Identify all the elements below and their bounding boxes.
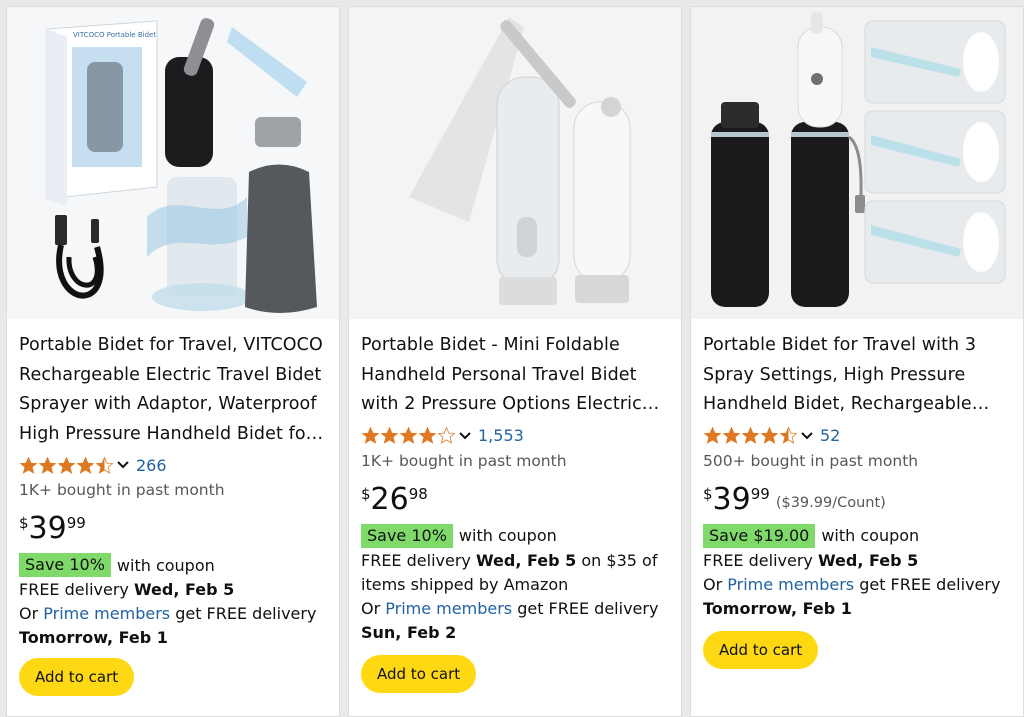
chevron-down-icon[interactable]	[116, 460, 130, 470]
price-whole: 26	[370, 481, 409, 517]
delivery-info: FREE delivery Wed, Feb 5 on $35 of items…	[361, 549, 671, 597]
add-to-cart-button[interactable]: Add to cart	[703, 630, 819, 669]
save-badge: Save $19.00	[703, 523, 816, 548]
prime-members-link[interactable]: Prime members	[43, 604, 170, 623]
delivery-info: FREE delivery Wed, Feb 5	[19, 578, 329, 602]
delivery-prefix: FREE delivery	[361, 550, 476, 570]
rating-row[interactable]: 52	[703, 423, 1013, 449]
rating-count-link[interactable]: 52	[820, 426, 840, 445]
product-card-2[interactable]: Portable Bidet - Mini Foldable Handheld …	[348, 6, 682, 717]
delivery-prefix: FREE delivery	[703, 550, 818, 570]
delivery-date: Wed, Feb 5	[817, 550, 919, 570]
bought-count: 1K+ bought in past month	[361, 451, 567, 470]
product-title[interactable]: Portable Bidet - Mini Foldable Handheld …	[361, 331, 671, 420]
price-symbol: $	[703, 484, 713, 503]
save-badge: Save 10%	[19, 553, 111, 577]
rating-row[interactable]: 266	[19, 452, 329, 478]
prime-prefix: Or	[19, 604, 44, 623]
product-title[interactable]: Portable Bidet for Travel with 3 Spray S…	[703, 331, 1013, 420]
product-image-1[interactable]: VITCOCO Portable Bidet	[7, 7, 339, 319]
star-icon	[418, 426, 437, 444]
bought-count: 500+ bought in past month	[703, 451, 919, 470]
save-badge: Save 10%	[361, 523, 453, 548]
add-to-cart-button[interactable]: Add to cart	[19, 658, 135, 696]
fast-delivery: Tomorrow, Feb 1	[19, 626, 329, 650]
star-icon	[760, 426, 779, 444]
star-icon	[38, 456, 57, 474]
prime-suffix: get FREE delivery	[170, 604, 317, 623]
fast-delivery: Tomorrow, Feb 1	[703, 597, 1013, 621]
star-icon	[76, 456, 95, 474]
price-fraction: 99	[66, 514, 86, 532]
price[interactable]: $ 39 99	[19, 512, 329, 548]
delivery-info: FREE delivery Wed, Feb 5	[703, 549, 1013, 573]
prime-prefix: Or	[703, 574, 728, 594]
fast-delivery-date: Tomorrow, Feb 1	[703, 598, 852, 618]
price-fraction: 98	[408, 484, 428, 503]
prime-prefix: Or	[361, 598, 386, 618]
rating-row[interactable]: 1,553	[361, 423, 671, 449]
product-card-1[interactable]: VITCOCO Portable Bidet Portable Bidet fo…	[6, 6, 340, 717]
star-rating	[361, 426, 456, 445]
coupon-row: Save 10% with coupon	[361, 523, 671, 549]
fast-delivery-date: Sun, Feb 2	[361, 622, 457, 642]
star-empty-icon	[437, 426, 456, 444]
prime-suffix: get FREE delivery	[854, 574, 1001, 594]
chevron-down-icon[interactable]	[458, 431, 472, 441]
prime-info: Or Prime members get FREE delivery	[361, 597, 671, 621]
fast-delivery-date: Tomorrow, Feb 1	[19, 628, 168, 647]
price-symbol: $	[19, 514, 29, 532]
delivery-date: Wed, Feb 5	[133, 580, 235, 599]
price-whole: 39	[28, 511, 67, 546]
bought-count: 1K+ bought in past month	[19, 481, 225, 499]
star-rating	[703, 426, 798, 445]
price-whole: 39	[712, 481, 751, 517]
star-icon	[722, 426, 741, 444]
product-title[interactable]: Portable Bidet for Travel, VITCOCO Recha…	[19, 331, 329, 449]
delivery-prefix: FREE delivery	[19, 580, 134, 599]
coupon-text: with coupon	[116, 555, 215, 575]
fast-delivery: Sun, Feb 2	[361, 621, 671, 645]
rating-count-link[interactable]: 1,553	[478, 426, 524, 445]
product-card-3[interactable]: Portable Bidet for Travel with 3 Spray S…	[690, 6, 1024, 717]
box-label: VITCOCO Portable Bidet	[73, 31, 156, 39]
price[interactable]: $ 39 99 ($39.99/Count)	[703, 481, 1013, 519]
star-icon	[703, 426, 722, 444]
star-half-icon	[779, 426, 798, 444]
star-icon	[19, 456, 38, 474]
star-half-icon	[95, 456, 114, 474]
delivery-date: Wed, Feb 5	[475, 550, 577, 570]
star-icon	[399, 426, 418, 444]
coupon-text: with coupon	[821, 526, 920, 545]
prime-members-link[interactable]: Prime members	[385, 599, 512, 618]
product-image-3[interactable]	[691, 7, 1023, 319]
unit-price: ($39.99/Count)	[775, 494, 886, 511]
star-icon	[57, 456, 76, 474]
star-rating	[19, 456, 114, 475]
prime-info: Or Prime members get FREE delivery	[703, 573, 1013, 597]
product-image-2[interactable]	[349, 7, 681, 319]
price-fraction: 99	[750, 484, 770, 503]
star-icon	[380, 426, 399, 444]
prime-info: Or Prime members get FREE delivery	[19, 602, 329, 626]
star-icon	[741, 426, 760, 444]
coupon-text: with coupon	[458, 526, 557, 545]
add-to-cart-button[interactable]: Add to cart	[361, 654, 477, 693]
price-symbol: $	[361, 484, 371, 503]
chevron-down-icon[interactable]	[800, 431, 814, 441]
price[interactable]: $ 26 98	[361, 481, 671, 519]
coupon-row: Save $19.00 with coupon	[703, 523, 1013, 549]
coupon-row: Save 10% with coupon	[19, 552, 329, 578]
prime-suffix: get FREE delivery	[512, 598, 659, 618]
prime-members-link[interactable]: Prime members	[727, 575, 854, 594]
rating-count-link[interactable]: 266	[136, 456, 167, 475]
star-icon	[361, 426, 380, 444]
